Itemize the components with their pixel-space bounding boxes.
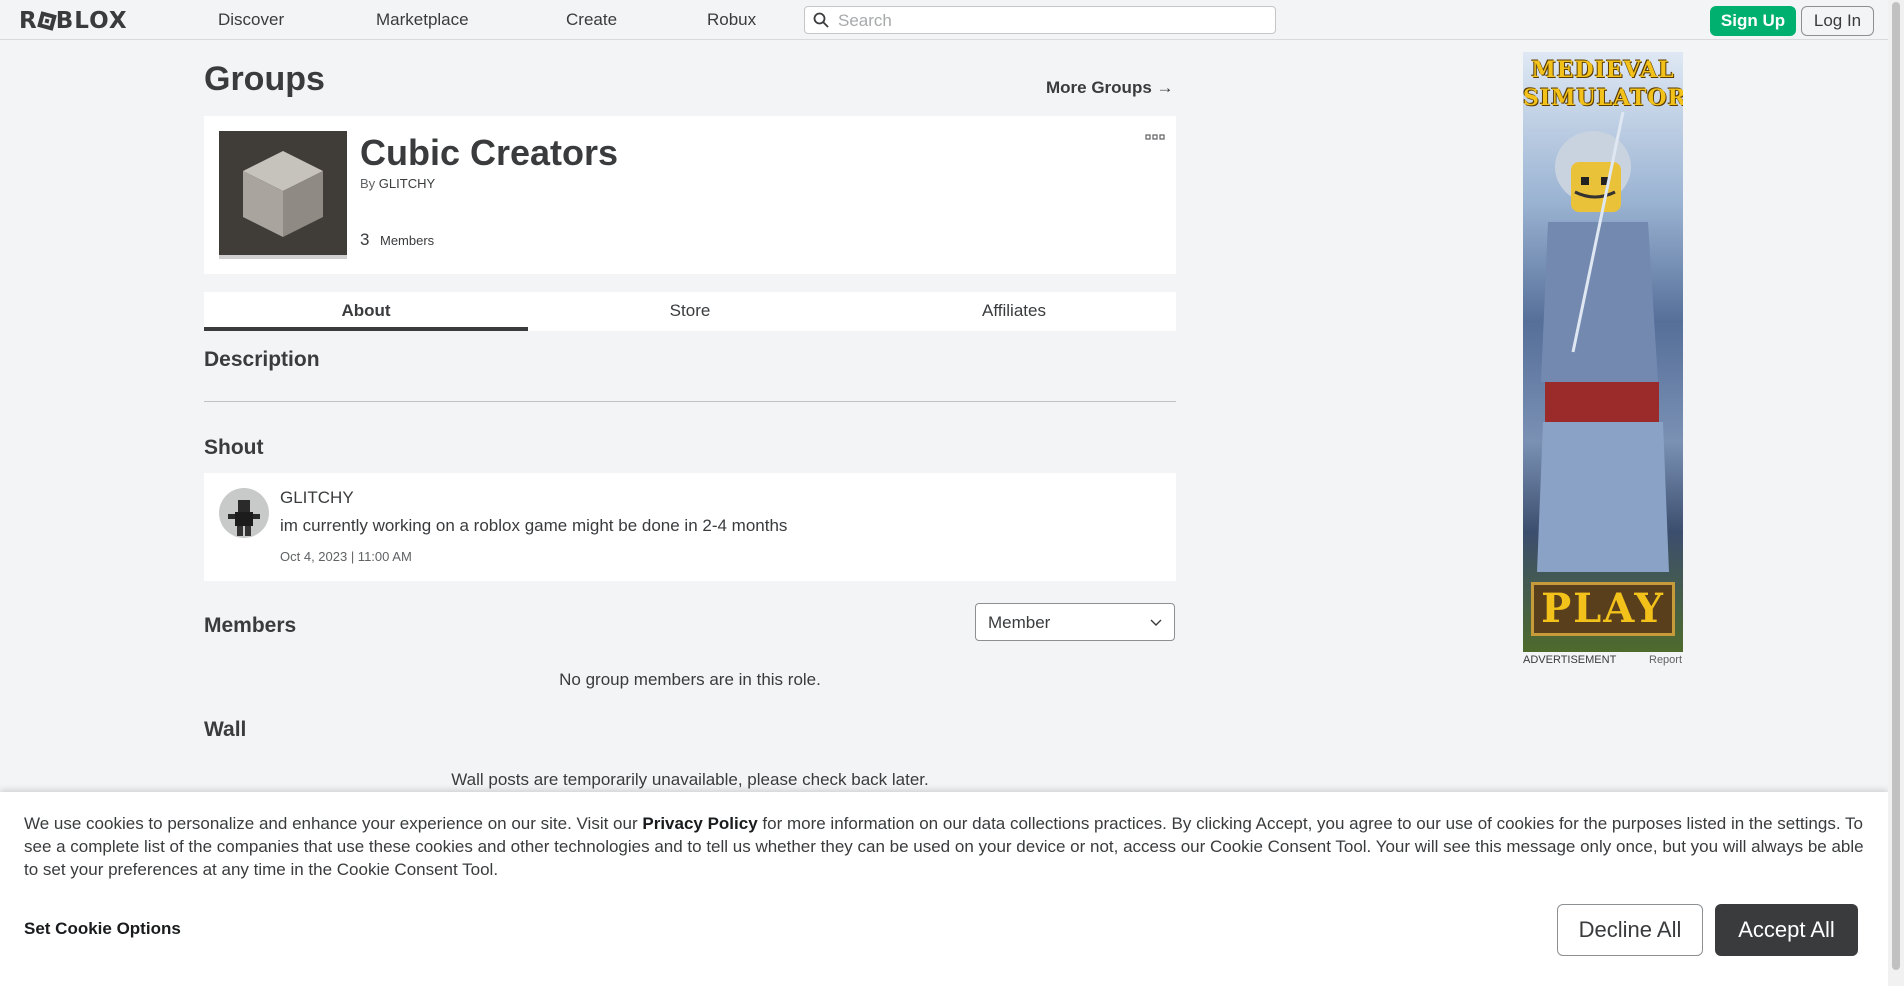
- ad-knight-illustration: [1537, 111, 1669, 572]
- advertisement-banner[interactable]: MEDIEVAL SIMULATOR PLAY: [1523, 52, 1683, 652]
- shout-heading: Shout: [204, 436, 264, 459]
- scrollbar-thumb[interactable]: [1892, 2, 1900, 970]
- search-placeholder: Search: [838, 11, 892, 30]
- group-tabs: About Store Affiliates: [204, 292, 1176, 331]
- more-groups-link[interactable]: More Groups →: [1046, 78, 1174, 98]
- cookie-text: We use cookies to personalize and enhanc…: [24, 812, 1870, 881]
- decline-all-button[interactable]: Decline All: [1557, 904, 1703, 956]
- shout-message: im currently working on a roblox game mi…: [280, 516, 788, 535]
- more-options-icon[interactable]: [1145, 132, 1165, 142]
- tab-affiliates[interactable]: Affiliates: [852, 292, 1176, 331]
- search-input[interactable]: Search: [804, 6, 1276, 34]
- nav-robux[interactable]: Robux: [707, 10, 756, 30]
- description-heading: Description: [204, 348, 320, 371]
- cookie-text-before: We use cookies to personalize and enhanc…: [24, 814, 643, 833]
- tab-about[interactable]: About: [204, 292, 528, 331]
- accept-all-button[interactable]: Accept All: [1715, 904, 1858, 956]
- nav-create[interactable]: Create: [566, 10, 617, 30]
- top-nav: R BLOX Discover Marketplace Create Robux …: [0, 0, 1888, 40]
- group-name: Cubic Creators: [360, 132, 619, 173]
- ad-report-link[interactable]: Report: [1649, 654, 1682, 666]
- page-scrollbar[interactable]: [1888, 0, 1904, 986]
- members-empty-message: No group members are in this role.: [559, 670, 821, 689]
- privacy-policy-link[interactable]: Privacy Policy: [642, 814, 757, 833]
- chevron-down-icon: [1150, 619, 1162, 626]
- cube-icon: [243, 151, 323, 237]
- member-count: 3: [360, 230, 370, 249]
- cookie-banner: We use cookies to personalize and enhanc…: [0, 792, 1888, 986]
- shout-username[interactable]: GLITCHY: [280, 488, 354, 508]
- wall-unavailable-message: Wall posts are temporarily unavailable, …: [451, 770, 929, 789]
- tab-store[interactable]: Store: [528, 292, 852, 331]
- ad-play-button[interactable]: PLAY: [1531, 582, 1675, 636]
- nav-discover[interactable]: Discover: [218, 10, 284, 30]
- roblox-logo[interactable]: R BLOX: [19, 8, 128, 34]
- member-count-label: Members: [380, 233, 435, 248]
- role-dropdown-value: Member: [988, 613, 1051, 632]
- group-owner: By GLITCHY: [360, 176, 435, 191]
- group-header-card: Cubic Creators By GLITCHY 3 Members: [204, 116, 1176, 274]
- description-divider: [204, 401, 1176, 402]
- set-cookie-options-link[interactable]: Set Cookie Options: [24, 919, 181, 939]
- login-button[interactable]: Log In: [1801, 6, 1874, 36]
- nav-marketplace[interactable]: Marketplace: [376, 10, 469, 30]
- shout-timestamp: Oct 4, 2023 | 11:00 AM: [280, 549, 412, 564]
- members-heading: Members: [204, 614, 297, 637]
- by-prefix: By: [360, 176, 376, 191]
- group-thumbnail: [219, 131, 347, 259]
- advertisement-label: ADVERTISEMENT: [1523, 654, 1617, 666]
- signup-button[interactable]: Sign Up: [1710, 6, 1796, 36]
- role-dropdown[interactable]: Member: [975, 603, 1175, 641]
- page-title: Groups: [204, 60, 325, 98]
- owner-link[interactable]: GLITCHY: [379, 176, 435, 191]
- avatar[interactable]: [219, 488, 269, 538]
- shout-card: GLITCHY im currently working on a roblox…: [204, 473, 1176, 581]
- wall-heading: Wall: [204, 718, 247, 741]
- search-icon: [813, 12, 829, 28]
- avatar-figure-icon: [228, 500, 260, 536]
